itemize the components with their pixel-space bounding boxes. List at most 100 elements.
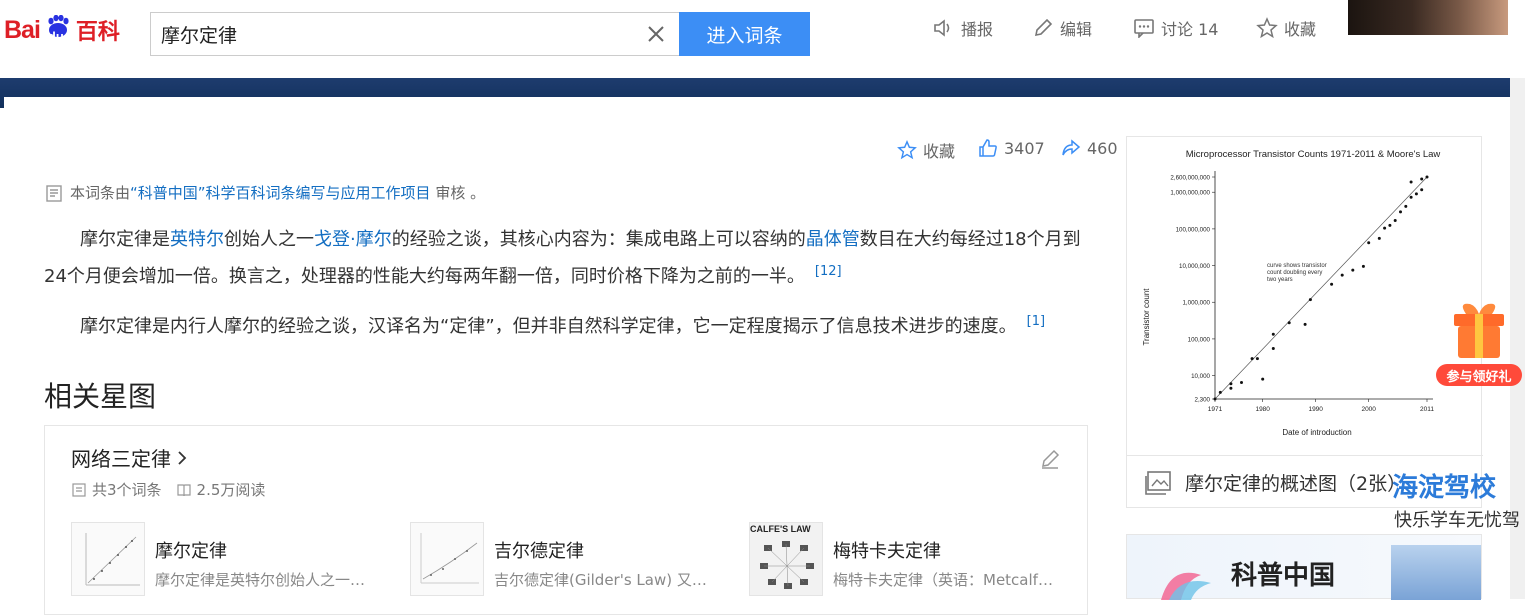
pencil-icon [1034,18,1053,37]
entry-desc: 吉尔德定律(Gilder's Law) 又… [494,571,707,589]
annotation-line: curve shows transistor [1267,263,1327,269]
chart-title: Microprocessor Transistor Counts 1971-20… [1186,149,1441,160]
chart-ylabel: Transistor count [1142,288,1151,346]
data-point [1377,236,1381,240]
kepu-china-title: 科普中国 [1231,561,1336,591]
reference-12[interactable]: [12] [815,264,842,279]
x-tick-label: 1971 [1208,406,1223,413]
para1-text-3: 的经验之谈，其核心内容为：集成电路上可以容纳的 [391,229,806,250]
data-point [1420,177,1424,181]
moore-law-chart[interactable]: Microprocessor Transistor Counts 1971-20… [1127,137,1483,455]
share-count: 460 [1087,138,1118,158]
search-input[interactable] [151,13,621,55]
data-point [1250,357,1254,361]
annotation-line: two years [1267,277,1293,283]
star-map-entry-metcalfe[interactable]: CALFE'S LAW 梅特卡夫定律梅特卡夫定律（英语：Metcalf… [749,522,1063,596]
banner-building-image [1391,545,1481,600]
thumbnail-gilder-chart [410,522,484,596]
annotation-line: count doubling every [1267,270,1322,276]
data-point [1330,282,1334,286]
star-map-title-text: 网络三定律 [71,447,171,471]
link-gordon-moore[interactable]: 戈登·摩尔 [314,229,392,250]
data-point [1271,332,1275,336]
entry-name: 吉尔德定律 [494,541,584,562]
star-icon [1256,17,1278,39]
moores-law-trend-line [1214,176,1428,400]
clear-icon[interactable] [646,24,666,44]
x-tick-label: 1990 [1308,406,1323,413]
data-point [1303,322,1307,326]
y-tick-label: 100,000,000 [1176,226,1211,233]
share-button[interactable]: 460 [1061,138,1118,158]
figure-caption-text: 摩尔定律的概述图（2张） [1185,473,1407,495]
x-tick-label: 1980 [1255,406,1270,413]
entry-name: 摩尔定律 [155,541,227,562]
review-notice: 本词条由 “科普中国”科学百科词条编写与应用工作项目 审核 。 [44,182,485,203]
broadcast-button[interactable]: 播报 [933,16,993,40]
gift-box-icon [1454,303,1504,358]
like-button[interactable]: 3407 [978,138,1045,158]
star-map-card[interactable]: 网络三定律 共3个词条 2.5万阅读 摩尔定律摩尔定律是英特尔创始人之一… 吉尔… [44,425,1088,615]
summary-figure-card[interactable]: Microprocessor Transistor Counts 1971-20… [1126,136,1483,508]
broadcast-label: 播报 [961,20,994,39]
article-collect-button[interactable]: 收藏 [897,138,955,162]
discuss-label: 讨论 14 [1161,20,1219,39]
data-point [1383,226,1387,230]
link-intel[interactable]: 英特尔 [170,229,224,250]
thumbnail-moore-chart [71,522,145,596]
reference-1[interactable]: [1] [1027,314,1045,329]
y-tick-label: 2,600,000,000 [1170,175,1210,182]
discuss-button[interactable]: 讨论 14 [1133,16,1218,40]
edit-button[interactable]: 编辑 [1032,16,1092,40]
data-point [1404,204,1408,208]
y-tick-label: 10,000 [1191,373,1210,380]
data-point [1287,321,1291,325]
data-point [1409,195,1413,199]
entries-count: 共3个词条 [92,481,162,499]
star-map-entry-moore[interactable]: 摩尔定律摩尔定律是英特尔创始人之一… [71,522,385,596]
thumbnail-metcalfe-network: CALFE'S LAW [749,522,823,596]
y-tick-label: 1,000,000,000 [1170,190,1210,197]
summary-paragraph-2: 摩尔定律是内行人摩尔的经验之谈，汉译名为“定律”，但并非自然科学定律，它一定程度… [44,306,1084,343]
like-count: 3407 [1004,138,1045,158]
document-icon [46,184,62,202]
pencil-icon[interactable] [1039,448,1061,470]
data-point [1308,298,1312,302]
review-project-link[interactable]: “科普中国”科学百科词条编写与应用工作项目 [130,182,431,203]
y-tick-label: 100,000 [1188,336,1211,343]
edit-label: 编辑 [1060,20,1093,39]
y-tick-label: 1,000,000 [1182,300,1210,307]
y-tick-label: 10,000,000 [1179,263,1211,270]
search-box [150,12,680,56]
logo-baike: 百科 [75,20,120,45]
data-point [1213,397,1217,401]
article-collect-label: 收藏 [923,142,956,161]
ad-title[interactable]: 海淀驾校 [1392,467,1496,504]
collect-button[interactable]: 收藏 [1256,16,1316,40]
thumbs-up-icon [979,139,997,157]
chevron-right-icon [178,450,187,465]
data-point [1229,386,1233,390]
paw-icon: du [41,15,75,45]
share-icon [1062,139,1081,156]
data-point [1414,192,1418,196]
list-icon [72,482,86,497]
link-transistor[interactable]: 晶体管 [806,229,860,250]
x-tick-label: 2000 [1361,406,1376,413]
star-map-title[interactable]: 网络三定律 [71,443,189,472]
baidu-baike-logo[interactable]: Bai du 百科 [4,8,120,52]
data-point [1399,210,1402,214]
logo-bai: Bai [4,15,41,44]
entry-desc: 梅特卡夫定律（英语：Metcalf… [833,571,1053,589]
entry-desc: 摩尔定律是英特尔创始人之一… [155,571,366,589]
star-map-meta: 共3个词条 2.5万阅读 [71,479,265,500]
gift-promo[interactable]: 参与领好礼 [1436,300,1522,386]
star-map-entry-gilder[interactable]: 吉尔德定律吉尔德定律(Gilder's Law) 又… [410,522,724,596]
entry-name: 梅特卡夫定律 [833,541,941,562]
enter-entry-button[interactable]: 进入词条 [679,12,810,56]
logo-du: du [47,29,64,44]
section-title-star-map: 相关星图 [44,380,157,413]
ad-subtitle: 快乐学车无忧驾 [1394,510,1520,531]
data-point [1261,377,1265,381]
kepu-china-banner[interactable]: 科普中国 [1126,534,1482,600]
